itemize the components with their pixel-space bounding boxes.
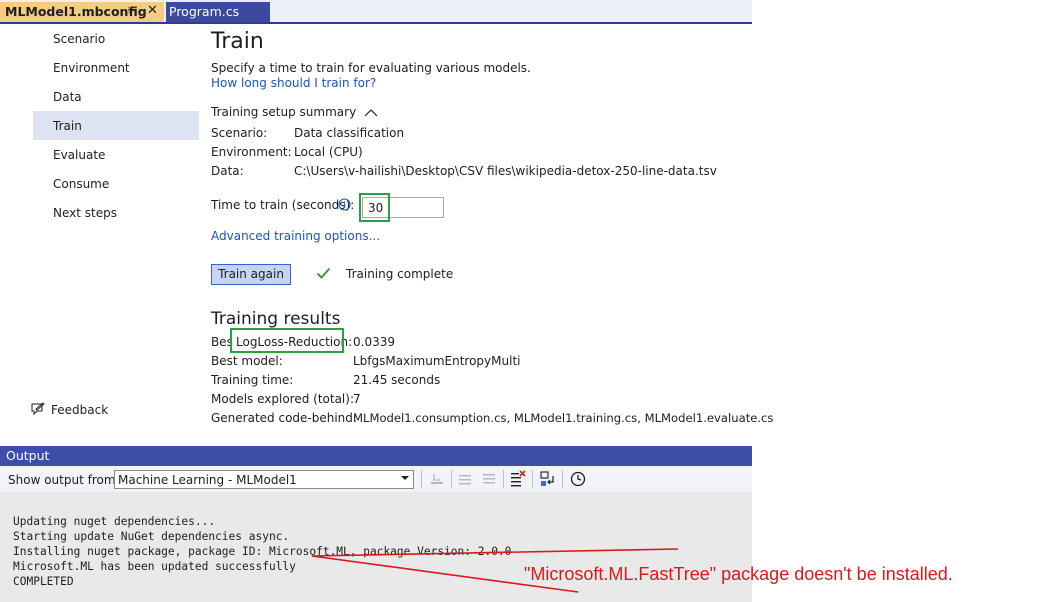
annotation-arrow <box>311 548 679 593</box>
annotation-text: "Microsoft.ML.FastTree" package doesn't … <box>524 564 953 584</box>
